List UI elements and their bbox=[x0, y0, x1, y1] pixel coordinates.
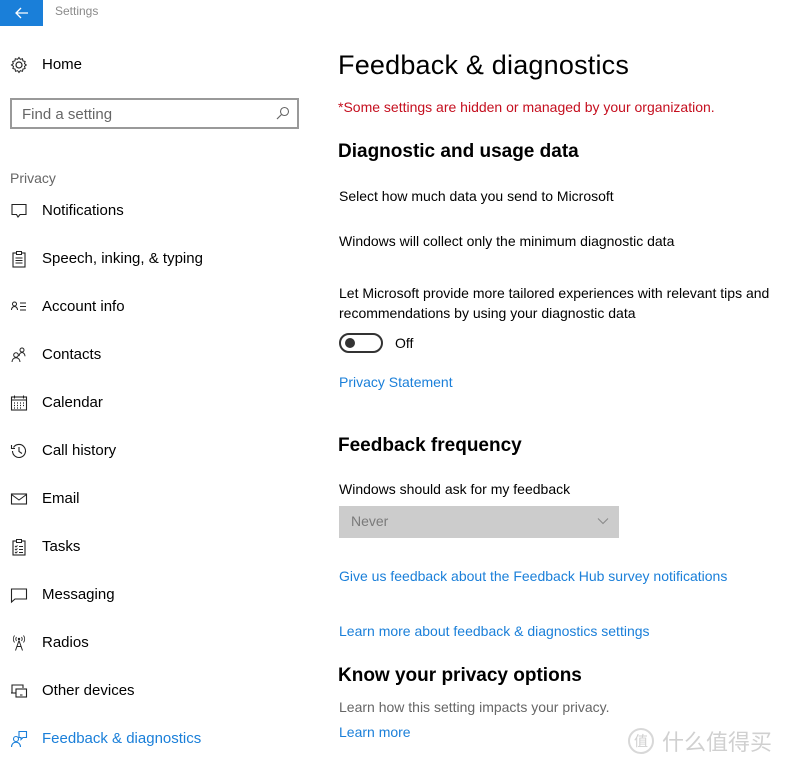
back-button[interactable] bbox=[0, 0, 43, 26]
privacy-section-label: Privacy bbox=[10, 170, 56, 186]
sidebar-item-label: Email bbox=[42, 490, 80, 507]
dropdown-value: Never bbox=[351, 513, 389, 529]
sidebar-home-label: Home bbox=[42, 56, 83, 73]
sidebar-item-label: Notifications bbox=[42, 202, 124, 219]
sidebar-item-account-info[interactable]: Account info bbox=[0, 288, 300, 328]
tailored-experiences-toggle[interactable] bbox=[339, 333, 383, 353]
feedback-frequency-heading: Feedback frequency bbox=[338, 435, 522, 456]
sidebar-item-other-devices[interactable]: Other devices bbox=[0, 672, 300, 712]
ask-feedback-label: Windows should ask for my feedback bbox=[339, 481, 571, 497]
gear-icon bbox=[10, 56, 28, 74]
sidebar-item-email[interactable]: Email bbox=[0, 480, 300, 520]
sidebar-item-label: Call history bbox=[42, 442, 117, 459]
message-icon bbox=[10, 588, 28, 604]
tasks-icon bbox=[12, 539, 26, 556]
notification-icon bbox=[11, 203, 27, 218]
sidebar-item-label: Contacts bbox=[42, 346, 102, 363]
contacts-icon bbox=[11, 347, 26, 363]
sidebar-item-label: Tasks bbox=[42, 538, 81, 555]
sidebar-item-label: Other devices bbox=[42, 682, 135, 699]
tailored-experiences-text: Let Microsoft provide more tailored expe… bbox=[339, 285, 770, 321]
privacy-options-heading: Know your privacy options bbox=[338, 665, 582, 686]
devices-icon bbox=[11, 684, 28, 698]
sidebar-item-radios[interactable]: Radios bbox=[0, 624, 300, 664]
sidebar-item-messaging[interactable]: Messaging bbox=[0, 576, 300, 616]
search-input[interactable] bbox=[22, 104, 262, 124]
main-content: Feedback & diagnostics *Some settings ar… bbox=[338, 0, 794, 765]
watermark-badge: 值 bbox=[628, 728, 654, 754]
tailored-experiences-toggle-row: Off bbox=[339, 332, 413, 354]
watermark-text: 什么值得买 bbox=[662, 730, 773, 755]
toggle-knob bbox=[345, 338, 355, 348]
account-info-icon bbox=[11, 301, 26, 311]
feedback-icon bbox=[10, 730, 28, 748]
diagnostic-heading: Diagnostic and usage data bbox=[338, 141, 579, 162]
watermark: 值 什么值得买 bbox=[628, 725, 772, 757]
sidebar-item-speech[interactable]: Speech, inking, & typing bbox=[0, 240, 300, 280]
page-title: Feedback & diagnostics bbox=[338, 50, 630, 80]
sidebar-item-calendar[interactable]: Calendar bbox=[0, 384, 300, 424]
select-data-text: Select how much data you send to Microso… bbox=[339, 188, 614, 204]
search-icon[interactable] bbox=[276, 106, 290, 120]
sidebar-item-label: Speech, inking, & typing bbox=[42, 250, 203, 267]
org-managed-warning: *Some settings are hidden or managed by … bbox=[338, 99, 715, 115]
app-title: Settings bbox=[55, 4, 99, 18]
sidebar-item-notifications[interactable]: Notifications bbox=[0, 192, 300, 232]
privacy-options-description: Learn how this setting impacts your priv… bbox=[339, 699, 610, 715]
sidebar-home[interactable]: Home bbox=[10, 56, 82, 74]
chevron-down-icon bbox=[597, 518, 609, 525]
learn-more-link[interactable]: Learn more bbox=[339, 724, 411, 740]
diagnostic-level-text: Windows will collect only the minimum di… bbox=[339, 233, 675, 249]
toggle-state-label: Off bbox=[395, 335, 414, 351]
radio-tower-icon bbox=[12, 635, 26, 651]
sidebar-item-label: Feedback & diagnostics bbox=[42, 730, 202, 747]
sidebar-item-contacts[interactable]: Contacts bbox=[0, 336, 300, 376]
search-box[interactable] bbox=[10, 98, 299, 129]
sidebar-item-tasks[interactable]: Tasks bbox=[0, 528, 300, 568]
feedback-hub-survey-link[interactable]: Give us feedback about the Feedback Hub … bbox=[339, 568, 727, 584]
sidebar: Home Privacy Notifications Speech, inkin… bbox=[0, 26, 310, 765]
privacy-statement-link[interactable]: Privacy Statement bbox=[339, 374, 453, 390]
clipboard-icon bbox=[12, 251, 26, 268]
sidebar-item-label: Messaging bbox=[42, 586, 115, 603]
sidebar-item-label: Radios bbox=[42, 634, 89, 651]
sidebar-item-label: Calendar bbox=[42, 394, 103, 411]
sidebar-item-label: Account info bbox=[42, 298, 125, 315]
email-icon bbox=[10, 493, 28, 505]
calendar-icon bbox=[10, 395, 28, 411]
history-icon bbox=[10, 443, 27, 459]
learn-more-feedback-link[interactable]: Learn more about feedback & diagnostics … bbox=[339, 623, 650, 639]
feedback-frequency-dropdown[interactable]: Never bbox=[339, 506, 619, 538]
sidebar-item-feedback-diagnostics[interactable]: Feedback & diagnostics bbox=[0, 720, 300, 760]
sidebar-item-call-history[interactable]: Call history bbox=[0, 432, 300, 472]
arrow-left-icon bbox=[14, 7, 28, 19]
